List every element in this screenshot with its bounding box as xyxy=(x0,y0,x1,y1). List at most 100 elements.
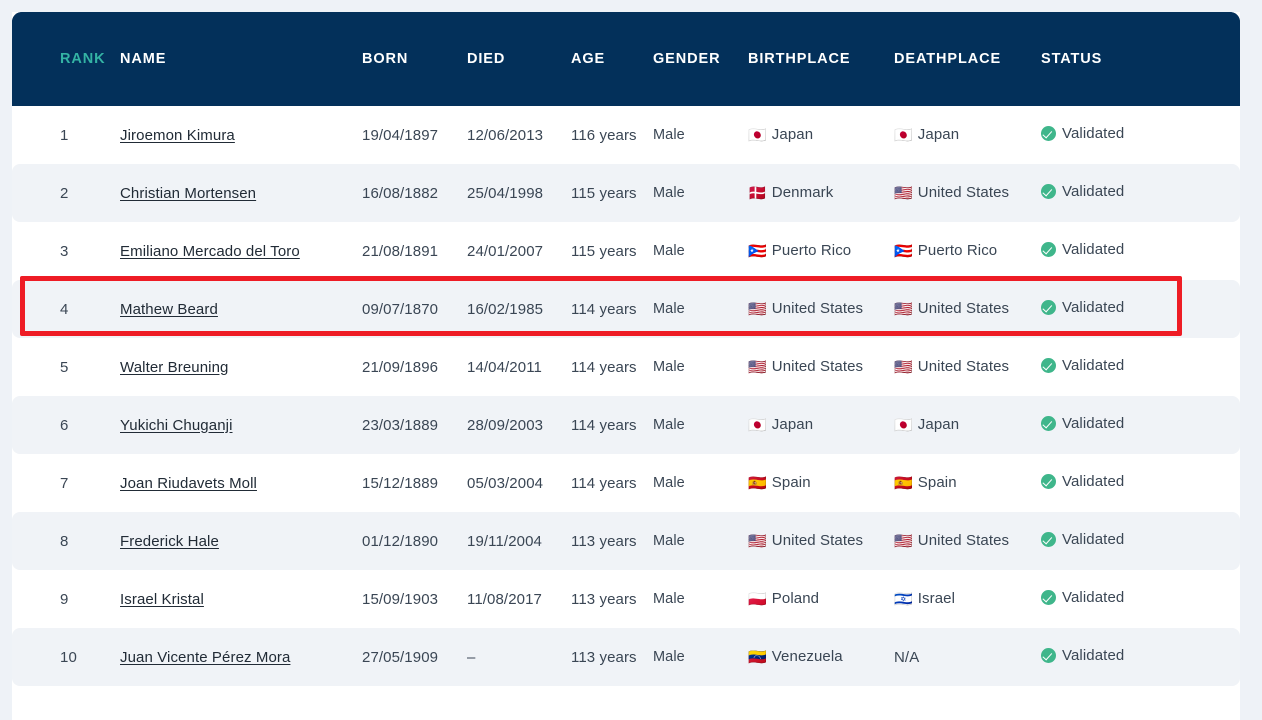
person-name-link[interactable]: Emiliano Mercado del Toro xyxy=(120,243,300,260)
cell-birthplace: 🇺🇸 United States xyxy=(748,338,894,396)
table-row[interactable]: 7 Joan Riudavets Moll 15/12/1889 05/03/2004… xyxy=(12,454,1240,512)
cell-birthplace-text: Japan xyxy=(771,126,814,143)
table-row[interactable]: 1 Jiroemon Kimura 19/04/1897 12/06/2013 116 … xyxy=(12,106,1240,164)
cell-rank: 5 xyxy=(60,358,69,376)
column-header-born[interactable]: BORN xyxy=(362,12,467,106)
cell-birthplace: 🇯🇵 Japan xyxy=(748,396,894,454)
cell-name: Yukichi Chuganji xyxy=(120,396,362,454)
cell-deathplace-text: Israel xyxy=(917,590,956,607)
table-row[interactable]: 8 Frederick Hale 01/12/1890 19/11/2004 113 y… xyxy=(12,512,1240,570)
cell-died: 14/04/2011 xyxy=(467,358,542,376)
cell-deathplace: 🇺🇸 United States xyxy=(894,338,1041,396)
cell-died: 16/02/1985 xyxy=(467,280,571,338)
cell-name: Juan Vicente Pérez Mora xyxy=(120,628,362,686)
column-header-deathplace[interactable]: DEATHPLACE xyxy=(894,12,1041,106)
column-header-died[interactable]: DIED xyxy=(467,12,571,106)
cell-rank: 7 xyxy=(60,474,69,492)
column-header-status[interactable]: STATUS xyxy=(1041,12,1240,106)
cell-age: 113 years xyxy=(571,590,637,608)
country-flag-icon: 🇺🇸 xyxy=(894,300,913,318)
table-row[interactable]: 6 Yukichi Chuganji 23/03/1889 28/09/2003 114… xyxy=(12,396,1240,454)
status-label: Validated xyxy=(1062,415,1125,432)
person-name-link[interactable]: Juan Vicente Pérez Mora xyxy=(120,649,290,666)
cell-born: 15/09/1903 xyxy=(362,590,439,608)
status-label: Validated xyxy=(1062,473,1125,490)
person-name-link[interactable]: Mathew Beard xyxy=(120,301,218,318)
status-label: Validated xyxy=(1062,531,1125,548)
cell-status: Validated xyxy=(1041,396,1240,454)
status-badge: Validated xyxy=(1041,357,1124,374)
check-circle-icon xyxy=(1041,184,1056,199)
country-flag-icon: 🇵🇷 xyxy=(748,242,767,260)
status-label: Validated xyxy=(1062,357,1125,374)
cell-birthplace: 🇯🇵 Japan xyxy=(748,106,894,164)
table-row[interactable]: 9 Israel Kristal 15/09/1903 11/08/2017 113 y… xyxy=(12,570,1240,628)
status-badge: Validated xyxy=(1041,531,1124,548)
person-name-link[interactable]: Jiroemon Kimura xyxy=(120,127,235,144)
country-flag-icon: 🇺🇸 xyxy=(748,358,767,376)
cell-birthplace-text: United States xyxy=(771,358,864,375)
cell-status: Validated xyxy=(1041,570,1240,628)
country-flag-icon: 🇯🇵 xyxy=(748,126,767,144)
cell-gender: Male xyxy=(653,280,748,338)
cell-status: Validated xyxy=(1041,628,1240,686)
cell-born: 21/08/1891 xyxy=(362,242,439,260)
check-circle-icon xyxy=(1041,242,1056,257)
table-row[interactable]: 4 Mathew Beard 09/07/1870 16/02/1985 114 yea… xyxy=(12,280,1240,338)
cell-died: – xyxy=(467,628,571,686)
check-circle-icon xyxy=(1041,648,1056,663)
table-row[interactable]: 5 Walter Breuning 21/09/1896 14/04/2011 114 … xyxy=(12,338,1240,396)
page-background-left xyxy=(0,0,12,720)
cell-birthplace-text: United States xyxy=(771,300,864,317)
cell-name: Mathew Beard xyxy=(120,280,362,338)
country-flag-icon: 🇺🇸 xyxy=(894,358,913,376)
country-flag-icon: 🇺🇸 xyxy=(748,532,767,550)
cell-deathplace: 🇺🇸 United States xyxy=(894,512,1041,570)
person-name-link[interactable]: Yukichi Chuganji xyxy=(120,417,233,434)
cell-gender: Male xyxy=(653,591,685,607)
status-badge: Validated xyxy=(1041,241,1124,258)
column-header-age[interactable]: AGE xyxy=(571,12,653,106)
cell-deathplace-text: Puerto Rico xyxy=(917,242,998,259)
page-background-top xyxy=(0,0,1262,12)
cell-name: Joan Riudavets Moll xyxy=(120,454,362,512)
country-flag-icon: 🇪🇸 xyxy=(894,474,913,492)
status-badge: Validated xyxy=(1041,473,1124,490)
cell-birthplace-text: United States xyxy=(771,532,864,549)
cell-gender: Male xyxy=(653,243,685,259)
cell-deathplace: 🇯🇵 Japan xyxy=(894,396,1041,454)
country-flag-icon: 🇯🇵 xyxy=(748,416,767,434)
cell-birthplace-text: Denmark xyxy=(771,184,834,201)
person-name-link[interactable]: Frederick Hale xyxy=(120,533,219,550)
cell-deathplace-text: Japan xyxy=(917,126,960,143)
person-name-link[interactable]: Christian Mortensen xyxy=(120,185,256,202)
cell-gender: Male xyxy=(653,359,685,375)
table-row[interactable]: 3 Emiliano Mercado del Toro 21/08/1891 24/0… xyxy=(12,222,1240,280)
column-header-rank[interactable]: RANK xyxy=(12,12,120,106)
person-name-link[interactable]: Walter Breuning xyxy=(120,359,229,376)
cell-rank: 3 xyxy=(60,242,69,260)
cell-gender: Male xyxy=(653,127,685,143)
ranking-table-card: RANK NAME BORN DIED AGE GENDER BIRTHPLAC… xyxy=(12,12,1240,686)
cell-died: 25/04/1998 xyxy=(467,164,571,222)
column-header-name[interactable]: NAME xyxy=(120,12,362,106)
column-header-birthplace[interactable]: BIRTHPLACE xyxy=(748,12,894,106)
table-row[interactable]: 10 Juan Vicente Pérez Mora 27/05/1909–113 … xyxy=(12,628,1240,686)
column-header-gender[interactable]: GENDER xyxy=(653,12,748,106)
check-circle-icon xyxy=(1041,474,1056,489)
person-name-link[interactable]: Joan Riudavets Moll xyxy=(120,475,257,492)
cell-died: 05/03/2004 xyxy=(467,474,544,492)
cell-name: Jiroemon Kimura xyxy=(120,106,362,164)
table-row[interactable]: 2 Christian Mortensen 16/08/1882 25/04/1998… xyxy=(12,164,1240,222)
cell-age: 114 years xyxy=(571,280,653,338)
cell-deathplace-text: N/A xyxy=(894,648,920,666)
cell-born: 15/12/1889 xyxy=(362,474,439,492)
check-circle-icon xyxy=(1041,590,1056,605)
cell-age: 115 years xyxy=(571,164,653,222)
country-flag-icon: 🇯🇵 xyxy=(894,416,913,434)
cell-status: Validated xyxy=(1041,106,1240,164)
cell-deathplace-text: United States xyxy=(917,532,1010,549)
person-name-link[interactable]: Israel Kristal xyxy=(120,591,204,608)
cell-died: 24/01/2007 xyxy=(467,242,544,260)
status-label: Validated xyxy=(1062,241,1125,258)
